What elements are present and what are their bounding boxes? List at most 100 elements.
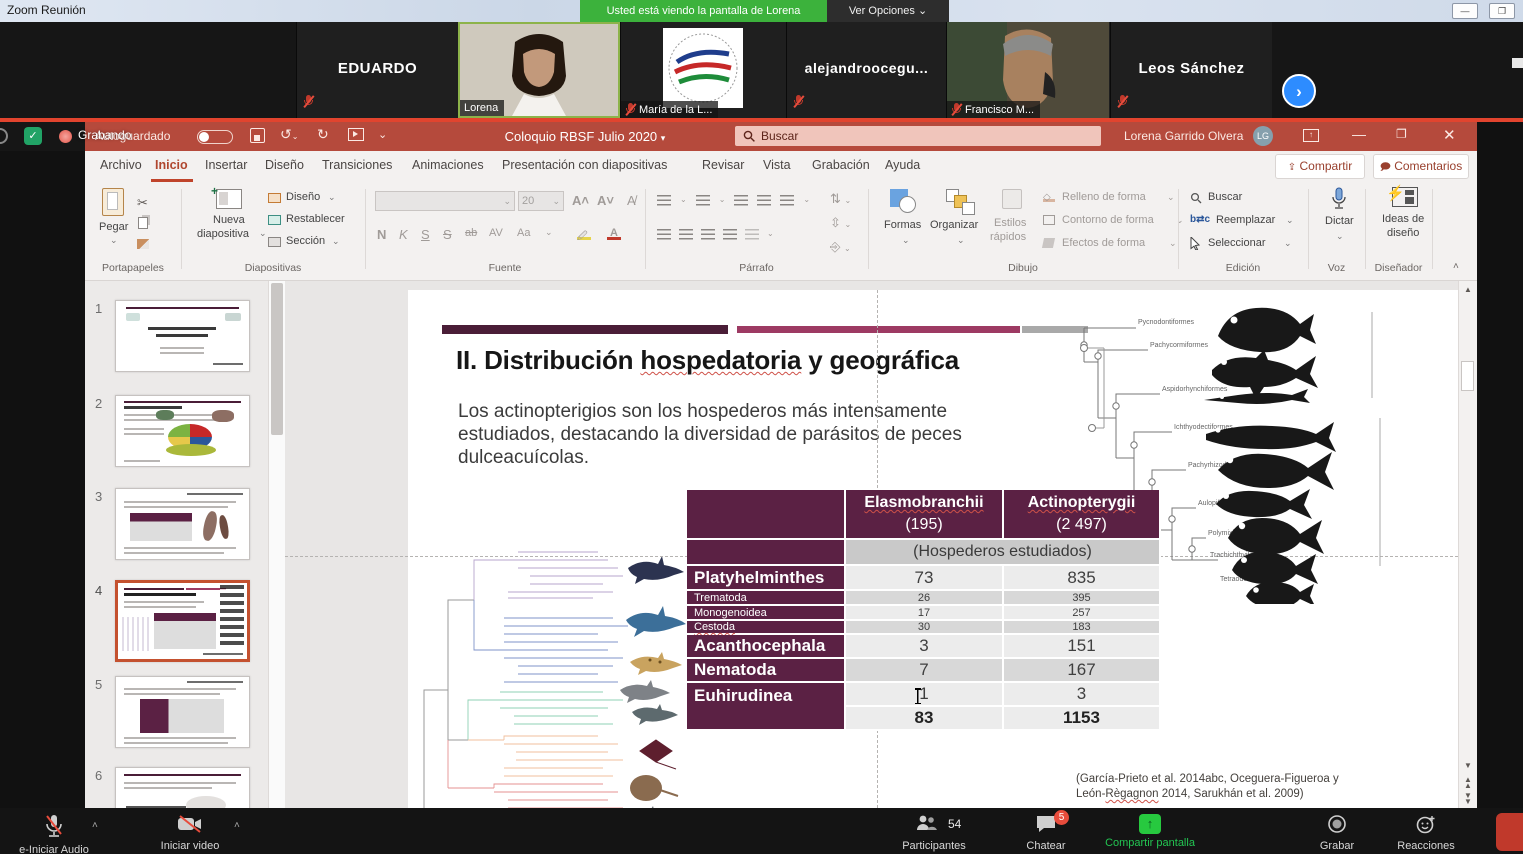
dictate-button[interactable]: Dictar ⌄	[1319, 187, 1359, 216]
reactions-button[interactable]: Reacciones	[1382, 814, 1470, 852]
tab-inicio[interactable]: Inicio	[155, 158, 188, 172]
bullets-icon[interactable]	[657, 195, 671, 206]
tab-archivo[interactable]: Archivo	[100, 158, 142, 172]
align-left-icon[interactable]	[657, 229, 671, 240]
underline-icon[interactable]: S	[421, 227, 430, 242]
tab-vista[interactable]: Vista	[763, 158, 791, 172]
security-shield-icon[interactable]: ✓	[24, 127, 42, 145]
slide[interactable]: II. Distribución hospedatoria y geográfi…	[408, 290, 1458, 808]
slide-thumbnail-5[interactable]	[115, 676, 250, 748]
participant-tile-maria[interactable]: María de la L...	[620, 22, 786, 118]
ppt-close-button[interactable]: ✕	[1443, 126, 1456, 144]
tab-diseno[interactable]: Diseño	[265, 158, 304, 172]
audio-button[interactable]: ˄ e-Iniciar Audio	[0, 814, 108, 854]
align-text-icon[interactable]: ⇳ ⌄	[830, 215, 851, 231]
slide-thumbnail-2[interactable]	[115, 395, 250, 467]
user-avatar-badge[interactable]: LG	[1253, 126, 1273, 146]
grow-font-icon[interactable]: A˄	[572, 193, 589, 208]
save-icon[interactable]	[250, 128, 265, 143]
shrink-font-icon[interactable]: A˅	[597, 193, 614, 208]
tab-animaciones[interactable]: Animaciones	[412, 158, 484, 172]
chevron-up-icon[interactable]: ˄	[234, 820, 240, 831]
share-button[interactable]: ⇪ Compartir	[1275, 154, 1365, 179]
tab-transiciones[interactable]: Transiciones	[322, 158, 392, 172]
slide-body-text[interactable]: Los actinopterigios son los hospederos m…	[458, 400, 966, 469]
tab-revisar[interactable]: Revisar	[702, 158, 744, 172]
italic-icon[interactable]: K	[399, 227, 408, 242]
chat-button[interactable]: 5 Chatear	[1006, 814, 1086, 852]
participant-tile-alejandro[interactable]: alejandroocegu...	[786, 22, 946, 118]
strikethrough-icon[interactable]: S	[443, 227, 452, 242]
next-participants-arrow-button[interactable]: ›	[1282, 74, 1316, 108]
align-center-icon[interactable]	[679, 229, 693, 240]
participants-button[interactable]: 54 Participantes	[884, 814, 984, 852]
chevron-up-icon[interactable]: ˄	[92, 820, 98, 831]
view-options-button[interactable]: Ver Opciones ⌄	[827, 0, 949, 22]
window-maximize-button[interactable]: ❐	[1489, 3, 1515, 19]
record-button[interactable]: Grabar	[1297, 814, 1377, 852]
scroll-up-icon[interactable]: ▲	[1461, 285, 1475, 294]
slideshow-icon[interactable]	[348, 128, 364, 141]
undo-icon[interactable]: ↺⌄	[280, 126, 298, 143]
slide-scrollbar[interactable]: ▲ ▼ ▲▲ ▼▼	[1458, 281, 1477, 808]
cut-icon[interactable]: ✂	[137, 195, 148, 211]
comments-button[interactable]: 🗩 Comentarios	[1373, 154, 1469, 179]
window-minimize-button[interactable]: —	[1452, 3, 1478, 19]
decrease-indent-icon[interactable]	[734, 195, 748, 206]
font-size-combo[interactable]: 20⌄	[518, 191, 564, 211]
bold-icon[interactable]: N	[377, 227, 386, 242]
participant-tile-lorena[interactable]: Lorena	[458, 22, 620, 118]
slide-thumbnail-4-selected[interactable]	[115, 580, 250, 662]
text-shadow-icon[interactable]: ab	[465, 227, 477, 239]
autosave-toggle[interactable]	[197, 130, 233, 144]
paste-button[interactable]: Pegar ⌄	[97, 188, 131, 252]
leave-meeting-button[interactable]	[1496, 813, 1523, 851]
ppt-minimize-button[interactable]: —	[1352, 126, 1366, 142]
redo-icon[interactable]: ↻	[317, 126, 329, 143]
participant-tile-francisco[interactable]: Francisco M...	[946, 22, 1110, 118]
tab-insertar[interactable]: Insertar	[205, 158, 247, 172]
slide-thumbnail-1[interactable]	[115, 300, 250, 372]
highlight-color-icon[interactable]: 🖉	[577, 229, 591, 240]
scroll-down-icon[interactable]: ▼	[1461, 761, 1475, 770]
slide-thumbnail-3[interactable]	[115, 488, 250, 560]
numbering-icon[interactable]	[696, 195, 710, 206]
participant-tile-eduardo[interactable]: EDUARDO	[296, 22, 458, 118]
document-title[interactable]: Coloquio RBSF Julio 2020 ▾	[465, 122, 705, 151]
slide-title[interactable]: II. Distribución hospedatoria y geográfi…	[456, 345, 959, 376]
new-slide-button[interactable]: + Nueva diapositiva ⌄	[203, 188, 255, 254]
line-spacing-icon[interactable]	[780, 195, 794, 206]
font-color-icon[interactable]: A	[607, 227, 621, 240]
increase-indent-icon[interactable]	[757, 195, 771, 206]
format-painter-icon[interactable]	[137, 239, 149, 249]
scrollbar-thumb[interactable]	[1461, 361, 1474, 391]
char-spacing-icon[interactable]: AV	[489, 227, 503, 239]
qat-customize-icon[interactable]: ⌄	[378, 128, 387, 141]
previous-slide-icon[interactable]: ▲▲	[1461, 777, 1475, 789]
text-direction-icon[interactable]: ⇅ ⌄	[830, 191, 851, 207]
elasmobranch-phylogeny-image[interactable]	[408, 540, 700, 808]
thumbnail-scrollbar[interactable]	[268, 281, 285, 808]
columns-icon[interactable]	[745, 229, 759, 240]
change-case-icon[interactable]: Aa	[517, 227, 530, 239]
tab-presentacion[interactable]: Presentación con diapositivas	[502, 158, 667, 172]
tab-grabacion[interactable]: Grabación	[812, 158, 870, 172]
copy-icon[interactable]	[138, 217, 148, 229]
clear-format-icon[interactable]: A̸	[627, 193, 636, 208]
tab-ayuda[interactable]: Ayuda	[885, 158, 920, 172]
collapse-ribbon-icon[interactable]: ˄	[1453, 261, 1459, 272]
citation-text[interactable]: (García-Prieto et al. 2014abc, Oceguera-…	[1076, 772, 1340, 802]
justify-icon[interactable]	[723, 229, 737, 240]
ribbon-display-options-icon[interactable]: ↑	[1303, 129, 1319, 142]
video-button[interactable]: ˄ Iniciar video	[140, 814, 240, 852]
participant-tile-leos[interactable]: Leos Sánchez	[1110, 22, 1272, 118]
scrollbar-thumb[interactable]	[271, 283, 283, 435]
parasite-table[interactable]: Elasmobranchii(195) Actinopterygii(2 497…	[687, 490, 1161, 731]
smartart-icon[interactable]: ⎆ ⌄	[830, 239, 851, 255]
font-name-combo[interactable]: ⌄	[375, 191, 515, 211]
align-right-icon[interactable]	[701, 229, 715, 240]
share-screen-button[interactable]: ↑ Compartir pantalla	[1090, 814, 1210, 849]
search-box[interactable]: Buscar	[735, 126, 1101, 146]
ppt-restore-button[interactable]: ❐	[1396, 127, 1407, 141]
next-slide-icon[interactable]: ▼▼	[1461, 793, 1475, 805]
